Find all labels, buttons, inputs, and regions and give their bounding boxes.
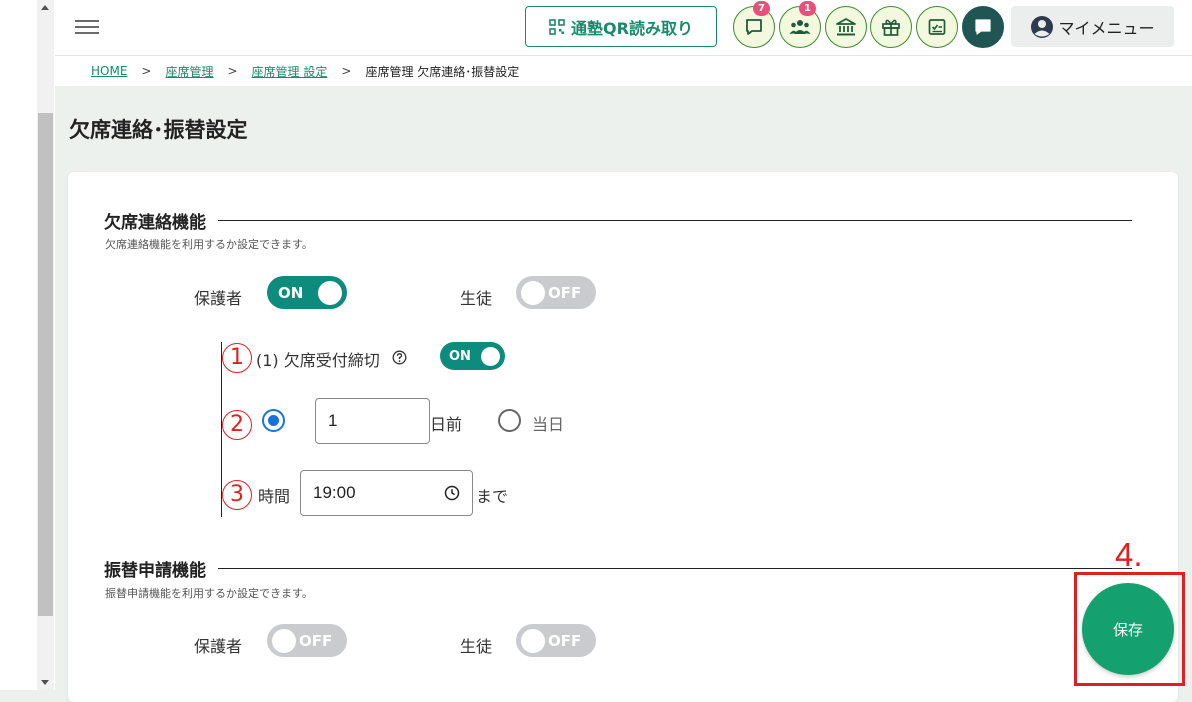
students-button[interactable]: 1 xyxy=(779,1,821,48)
deadline-toggle-text: ON xyxy=(449,348,471,364)
transfer-guardian-toggle-text: OFF xyxy=(299,631,333,650)
account-circle-icon xyxy=(1031,15,1054,38)
transfer-section-title: 振替申請機能 xyxy=(104,561,206,581)
breadcrumb-current: 座席管理 欠席連絡･振替設定 xyxy=(365,64,520,79)
absence-student-label: 生徒 xyxy=(460,289,493,308)
help-icon[interactable] xyxy=(392,350,407,365)
annotation-4: 4. xyxy=(1115,536,1143,573)
transfer-section-description: 振替申請機能を利用するか設定できます。 xyxy=(105,587,313,600)
days-before-input[interactable]: 1 xyxy=(315,398,430,444)
absence-section-description: 欠席連絡機能を利用するか設定できます。 xyxy=(105,238,313,251)
settings-card: 欠席連絡機能 欠席連絡機能を利用するか設定できます。 保護者 ON 生徒 OFF… xyxy=(68,172,1178,702)
days-before-label: 日前 xyxy=(430,415,463,434)
transfer-student-toggle-text: OFF xyxy=(548,631,582,650)
breadcrumb-home-link[interactable]: HOME xyxy=(91,64,127,78)
section-divider xyxy=(218,568,1132,569)
days-before-radio[interactable] xyxy=(262,409,285,432)
until-label: まで xyxy=(476,487,509,506)
scrollbar-thumb[interactable] xyxy=(38,113,53,616)
clock-icon[interactable] xyxy=(444,485,460,501)
gift-button[interactable] xyxy=(870,6,912,48)
messages-button[interactable]: 7 xyxy=(733,1,775,48)
absence-student-toggle-text: OFF xyxy=(548,283,582,302)
chat-icon xyxy=(746,19,762,35)
chat-bubble-icon xyxy=(975,19,991,35)
deadline-toggle[interactable]: ON xyxy=(440,342,505,370)
top-header: 通塾QR読み取り 7 1 マイメニュー xyxy=(55,0,1192,56)
time-label: 時間 xyxy=(258,487,291,506)
breadcrumb: HOME > 座席管理 > 座席管理 設定 > 座席管理 欠席連絡･振替設定 xyxy=(55,56,1192,86)
transfer-student-toggle[interactable]: OFF xyxy=(516,624,596,657)
chat-button[interactable] xyxy=(962,6,1004,48)
my-menu-label: マイメニュー xyxy=(1058,18,1155,38)
transfer-guardian-label: 保護者 xyxy=(194,637,243,656)
page-title: 欠席連絡･振替設定 xyxy=(69,118,248,142)
transfer-guardian-toggle[interactable]: OFF xyxy=(267,624,347,657)
checklist-icon xyxy=(928,19,946,35)
transfer-student-label: 生徒 xyxy=(460,637,493,656)
absence-guardian-toggle[interactable]: ON xyxy=(267,276,347,309)
messages-badge: 7 xyxy=(753,1,770,16)
tasks-button[interactable] xyxy=(916,6,958,48)
school-button[interactable] xyxy=(825,6,867,48)
scroll-down-arrow-icon[interactable] xyxy=(39,676,51,688)
transfer-section-header: 振替申請機能 xyxy=(104,556,1132,581)
save-button[interactable]: 保存 xyxy=(1082,583,1174,675)
gift-icon xyxy=(882,19,900,36)
annotation-2: 2 xyxy=(222,410,252,440)
same-day-label: 当日 xyxy=(532,415,565,434)
qr-code-icon xyxy=(549,18,565,35)
annotation-3: 3 xyxy=(222,480,252,510)
chevron-right-icon: > xyxy=(341,64,352,78)
hamburger-menu-icon[interactable] xyxy=(75,16,99,36)
annotation-1: 1 xyxy=(222,343,252,373)
my-menu-button[interactable]: マイメニュー xyxy=(1011,6,1174,47)
breadcrumb-seat-management-link[interactable]: 座席管理 xyxy=(165,63,213,80)
absence-section-title: 欠席連絡機能 xyxy=(104,213,206,233)
section-divider xyxy=(218,220,1132,221)
deadline-label: (1) 欠席受付締切 xyxy=(256,351,380,370)
days-before-value: 1 xyxy=(328,411,338,430)
students-badge: 1 xyxy=(799,1,816,16)
qr-scan-button[interactable]: 通塾QR読み取り xyxy=(525,6,717,47)
absence-guardian-toggle-text: ON xyxy=(278,283,304,302)
group-icon xyxy=(789,20,811,34)
breadcrumb-seat-settings-link[interactable]: 座席管理 設定 xyxy=(252,63,328,80)
same-day-radio[interactable] xyxy=(498,409,521,432)
absence-student-toggle[interactable]: OFF xyxy=(516,276,596,309)
chevron-right-icon: > xyxy=(227,64,238,78)
absence-guardian-label: 保護者 xyxy=(194,289,243,308)
chevron-right-icon: > xyxy=(141,64,152,78)
scroll-up-arrow-icon[interactable] xyxy=(39,2,51,14)
time-input[interactable]: 19:00 xyxy=(300,470,473,516)
qr-scan-label: 通塾QR読み取り xyxy=(571,18,693,38)
time-value: 19:00 xyxy=(313,483,356,502)
bank-icon xyxy=(836,18,856,36)
absence-section-header: 欠席連絡機能 xyxy=(104,208,1132,233)
